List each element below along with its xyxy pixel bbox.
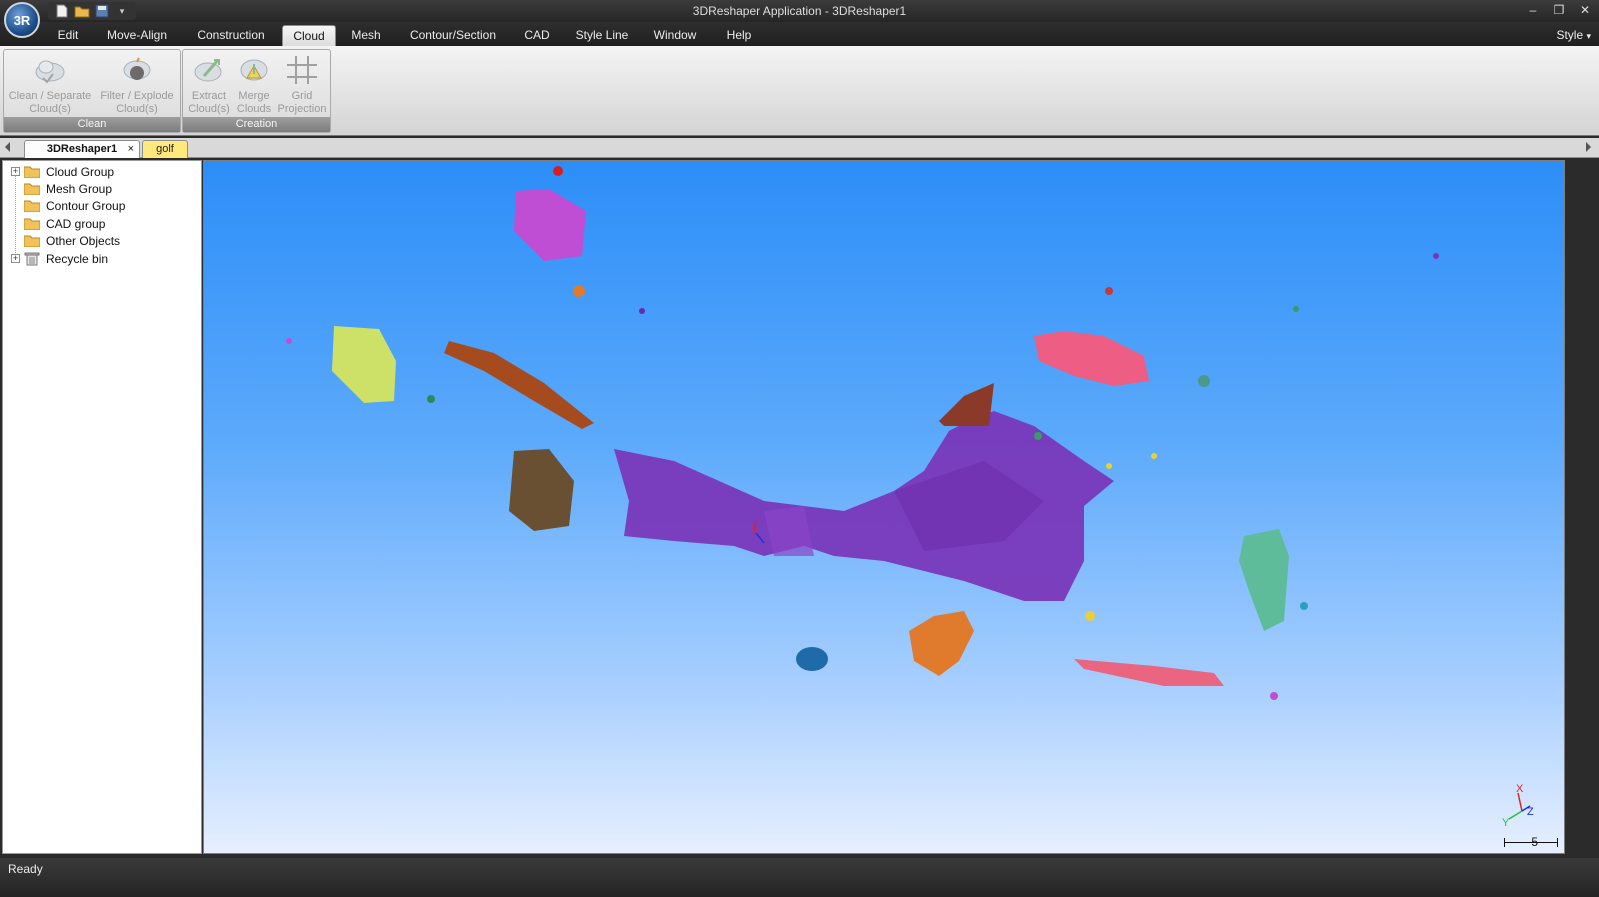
tree-item-label: Recycle bin	[46, 251, 109, 266]
tab-move-align[interactable]: Move-Align	[98, 25, 176, 46]
restore-icon[interactable]: ❐	[1549, 2, 1569, 18]
tab-help[interactable]: Help	[716, 25, 762, 46]
tab-construction[interactable]: Construction	[188, 25, 274, 46]
tab-style-line[interactable]: Style Line	[570, 25, 634, 46]
title-bar: 3R ▾ 3DReshaper Application - 3DReshaper…	[0, 0, 1599, 38]
tab-cloud[interactable]: Cloud	[282, 25, 336, 46]
axis-z-label: Z	[1527, 806, 1534, 818]
cloud-segment-magenta	[514, 189, 586, 261]
tree-item-label: Other Objects	[46, 233, 121, 248]
doc-tab-golf[interactable]: golf	[142, 140, 188, 158]
tab-edit[interactable]: Edit	[50, 25, 86, 46]
tree-item-contour-group[interactable]: Contour Group	[11, 197, 125, 214]
merge-line1: Merge	[238, 90, 270, 102]
group-label-clean: Clean	[4, 117, 180, 132]
doc-tab-label: golf	[156, 143, 174, 155]
application-orb-button[interactable]: 3R	[4, 2, 40, 38]
point-cloud-render: X Y Z	[286, 166, 1534, 829]
filter-explode-icon	[120, 54, 154, 86]
extract-line1: Extract	[191, 90, 227, 102]
tab-scroll-right-icon[interactable]	[1586, 142, 1591, 152]
folder-icon	[23, 217, 41, 231]
group-creation: Extract Cloud(s) Merge Clouds Grid Proje…	[182, 49, 331, 133]
grid-line2: Projection	[277, 103, 327, 115]
recycle-bin-icon	[24, 252, 40, 266]
expand-icon[interactable]: +	[11, 167, 20, 176]
tree-item-recycle-bin[interactable]: + Recycle bin	[11, 250, 108, 267]
ribbon-tab-bar: Edit Move-Align Construction Cloud Mesh …	[0, 22, 1599, 46]
ribbon-panel: Clean / Separate Cloud(s) Filter / Explo…	[0, 46, 1599, 136]
tree-item-label: Mesh Group	[46, 181, 113, 196]
filter-explode-clouds-button[interactable]: Filter / Explode Cloud(s)	[95, 54, 179, 116]
folder-icon	[23, 182, 41, 196]
clean-separate-line1: Clean / Separate	[8, 90, 92, 102]
clean-separate-line2: Cloud(s)	[29, 103, 71, 115]
close-tab-icon[interactable]: ×	[128, 141, 134, 158]
cloud-segment-blue	[796, 647, 828, 671]
document-tab-bar: 3DReshaper1 × golf	[0, 138, 1599, 158]
3d-viewport[interactable]: X Y Z 5	[203, 160, 1565, 854]
doc-tab-3dreshaper1[interactable]: 3DReshaper1 ×	[24, 140, 140, 158]
minimize-icon[interactable]: –	[1523, 2, 1543, 18]
grid-projection-button[interactable]: Grid Projection	[275, 54, 329, 116]
window-title: 3DReshaper Application - 3DReshaper1	[692, 4, 907, 18]
cloud-segment-rust-stripe	[444, 341, 594, 429]
extract-clouds-button[interactable]: Extract Cloud(s)	[186, 54, 232, 116]
style-label: Style	[1556, 28, 1584, 42]
cloud-segment-pink-trail	[1074, 659, 1224, 686]
clean-separate-clouds-button[interactable]: Clean / Separate Cloud(s)	[7, 54, 93, 116]
cloud-segment-yellow	[332, 326, 396, 403]
axis-x-label: X	[1516, 783, 1524, 795]
tree-item-mesh-group[interactable]: Mesh Group	[11, 180, 112, 197]
filter-explode-line2: Cloud(s)	[116, 103, 158, 115]
folder-icon	[23, 234, 41, 248]
expand-icon[interactable]: +	[11, 254, 20, 263]
tree-item-label: Contour Group	[46, 198, 126, 213]
close-icon[interactable]: ✕	[1575, 2, 1595, 18]
folder-icon	[23, 199, 41, 213]
chevron-down-icon: ▾	[1586, 31, 1591, 41]
group-clean: Clean / Separate Cloud(s) Filter / Explo…	[3, 49, 181, 133]
cloud-segment-pink	[1034, 331, 1149, 386]
tree-item-other-objects[interactable]: Other Objects	[11, 232, 120, 249]
tab-mesh[interactable]: Mesh	[346, 25, 386, 46]
tab-window[interactable]: Window	[646, 25, 704, 46]
app-window: 3R ▾ 3DReshaper Application - 3DReshaper…	[0, 0, 1599, 897]
window-controls: – ❐ ✕	[1523, 2, 1595, 18]
orb-logo: 3R	[13, 12, 31, 28]
tree-item-label: CAD group	[46, 216, 106, 231]
tree-item-cad-group[interactable]: CAD group	[11, 215, 105, 232]
style-menu[interactable]: Style ▾	[1556, 28, 1591, 42]
status-bar: Ready	[0, 858, 1599, 897]
axis-y-label: Y	[1502, 817, 1510, 829]
merge-line2: Clouds	[236, 103, 272, 115]
grid-projection-icon	[285, 54, 319, 86]
extract-cloud-icon	[192, 54, 226, 86]
doc-tab-label: 3DReshaper1	[46, 143, 118, 155]
cloud-segment-olive-brown	[509, 449, 574, 531]
group-label-creation: Creation	[183, 117, 330, 132]
tree-item-label: Cloud Group	[46, 164, 115, 179]
status-text: Ready	[8, 862, 43, 876]
tab-contour-section[interactable]: Contour/Section	[402, 25, 504, 46]
object-tree-panel: + Cloud Group Mesh Group Contour Group C…	[2, 160, 202, 854]
grid-line1: Grid	[291, 90, 313, 102]
cloud-segment-orange	[909, 611, 974, 676]
tab-scroll-left-icon[interactable]	[5, 142, 10, 152]
tab-cad[interactable]: CAD	[518, 25, 556, 46]
merge-clouds-icon	[237, 54, 271, 86]
cloud-segment-brown-peak	[939, 383, 994, 426]
scale-label: 5	[1531, 835, 1538, 849]
extract-line2: Cloud(s)	[188, 103, 230, 115]
folder-icon	[23, 165, 41, 179]
cloud-segment-teal	[1239, 529, 1289, 631]
merge-clouds-button[interactable]: Merge Clouds	[233, 54, 275, 116]
cloud-clean-icon	[33, 54, 67, 86]
filter-explode-line1: Filter / Explode	[100, 90, 174, 102]
tree-item-cloud-group[interactable]: + Cloud Group	[11, 163, 114, 180]
